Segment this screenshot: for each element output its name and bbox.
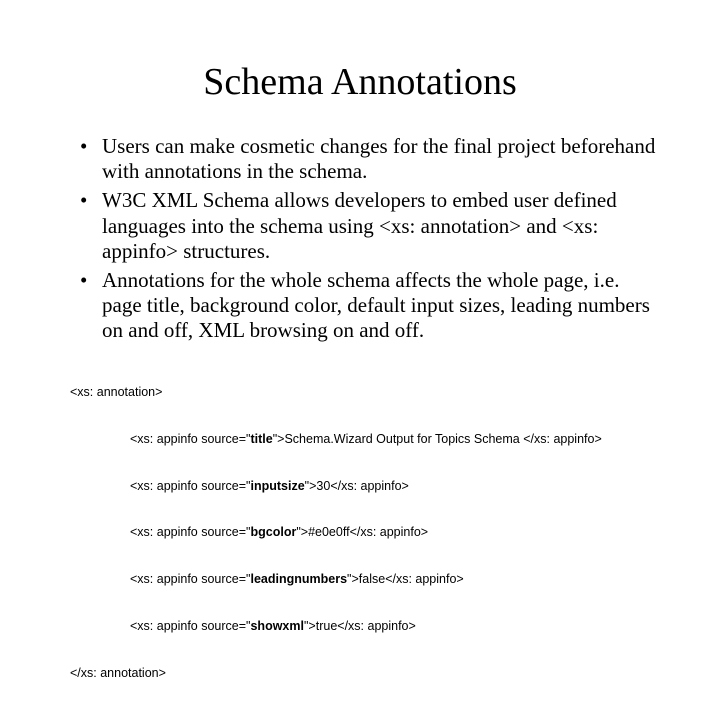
- page-title: Schema Annotations: [60, 60, 660, 104]
- code-block: <xs: annotation> <xs: appinfo source="ti…: [70, 354, 660, 713]
- list-item: W3C XML Schema allows developers to embe…: [90, 188, 660, 264]
- bullet-list: Users can make cosmetic changes for the …: [60, 134, 660, 344]
- code-line: <xs: appinfo source="bgcolor">#e0e0ff</x…: [130, 525, 660, 541]
- code-line-close: </xs: annotation>: [70, 666, 660, 682]
- code-line: <xs: appinfo source="title">Schema.Wizar…: [130, 432, 660, 448]
- code-line: <xs: appinfo source="leadingnumbers">fal…: [130, 572, 660, 588]
- slide: Schema Annotations Users can make cosmet…: [0, 0, 720, 540]
- code-line-open: <xs: annotation>: [70, 385, 660, 401]
- code-line: <xs: appinfo source="inputsize">30</xs: …: [130, 479, 660, 495]
- list-item: Users can make cosmetic changes for the …: [90, 134, 660, 184]
- code-line: <xs: appinfo source="showxml">true</xs: …: [130, 619, 660, 635]
- list-item: Annotations for the whole schema affects…: [90, 268, 660, 344]
